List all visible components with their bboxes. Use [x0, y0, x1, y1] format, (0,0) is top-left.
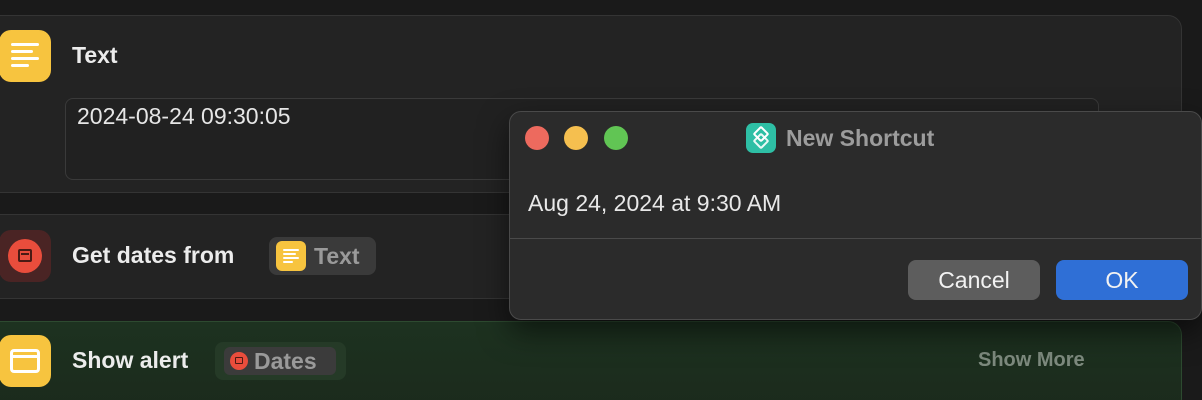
cancel-button[interactable]: Cancel: [908, 260, 1040, 300]
dialog-divider: [510, 238, 1201, 239]
calendar-icon: [0, 230, 51, 282]
text-variable-token[interactable]: Text: [269, 237, 376, 275]
shortcut-editor: Text 2024-08-24 09:30:05 Get dates from …: [0, 0, 1202, 400]
text-action-title: Text: [72, 42, 118, 68]
dates-token-chip: Dates: [224, 347, 336, 375]
dialog-message: Aug 24, 2024 at 9:30 AM: [528, 190, 782, 216]
dialog-title-text: New Shortcut: [786, 124, 935, 151]
ok-button[interactable]: OK: [1056, 260, 1188, 300]
dialog-title: New Shortcut: [746, 123, 934, 153]
show-alert-action-title: Show alert: [72, 347, 189, 373]
minimize-window-button[interactable]: [564, 126, 588, 150]
alert-dialog: New Shortcut Aug 24, 2024 at 9:30 AM Can…: [509, 111, 1202, 320]
shortcuts-layers-icon: [746, 123, 776, 153]
dates-variable-token[interactable]: Dates: [215, 342, 346, 380]
text-lines-icon: [0, 30, 51, 82]
dates-token-label: Dates: [254, 347, 317, 374]
show-more-button[interactable]: Show More: [978, 349, 1085, 372]
maximize-window-button[interactable]: [604, 126, 628, 150]
text-lines-icon: [276, 241, 306, 271]
calendar-icon: [230, 352, 248, 370]
alert-window-icon: [0, 335, 51, 387]
text-token-label: Text: [314, 242, 360, 269]
close-window-button[interactable]: [525, 126, 549, 150]
get-dates-action-title: Get dates from: [72, 242, 235, 268]
text-input-value: 2024-08-24 09:30:05: [77, 103, 291, 129]
